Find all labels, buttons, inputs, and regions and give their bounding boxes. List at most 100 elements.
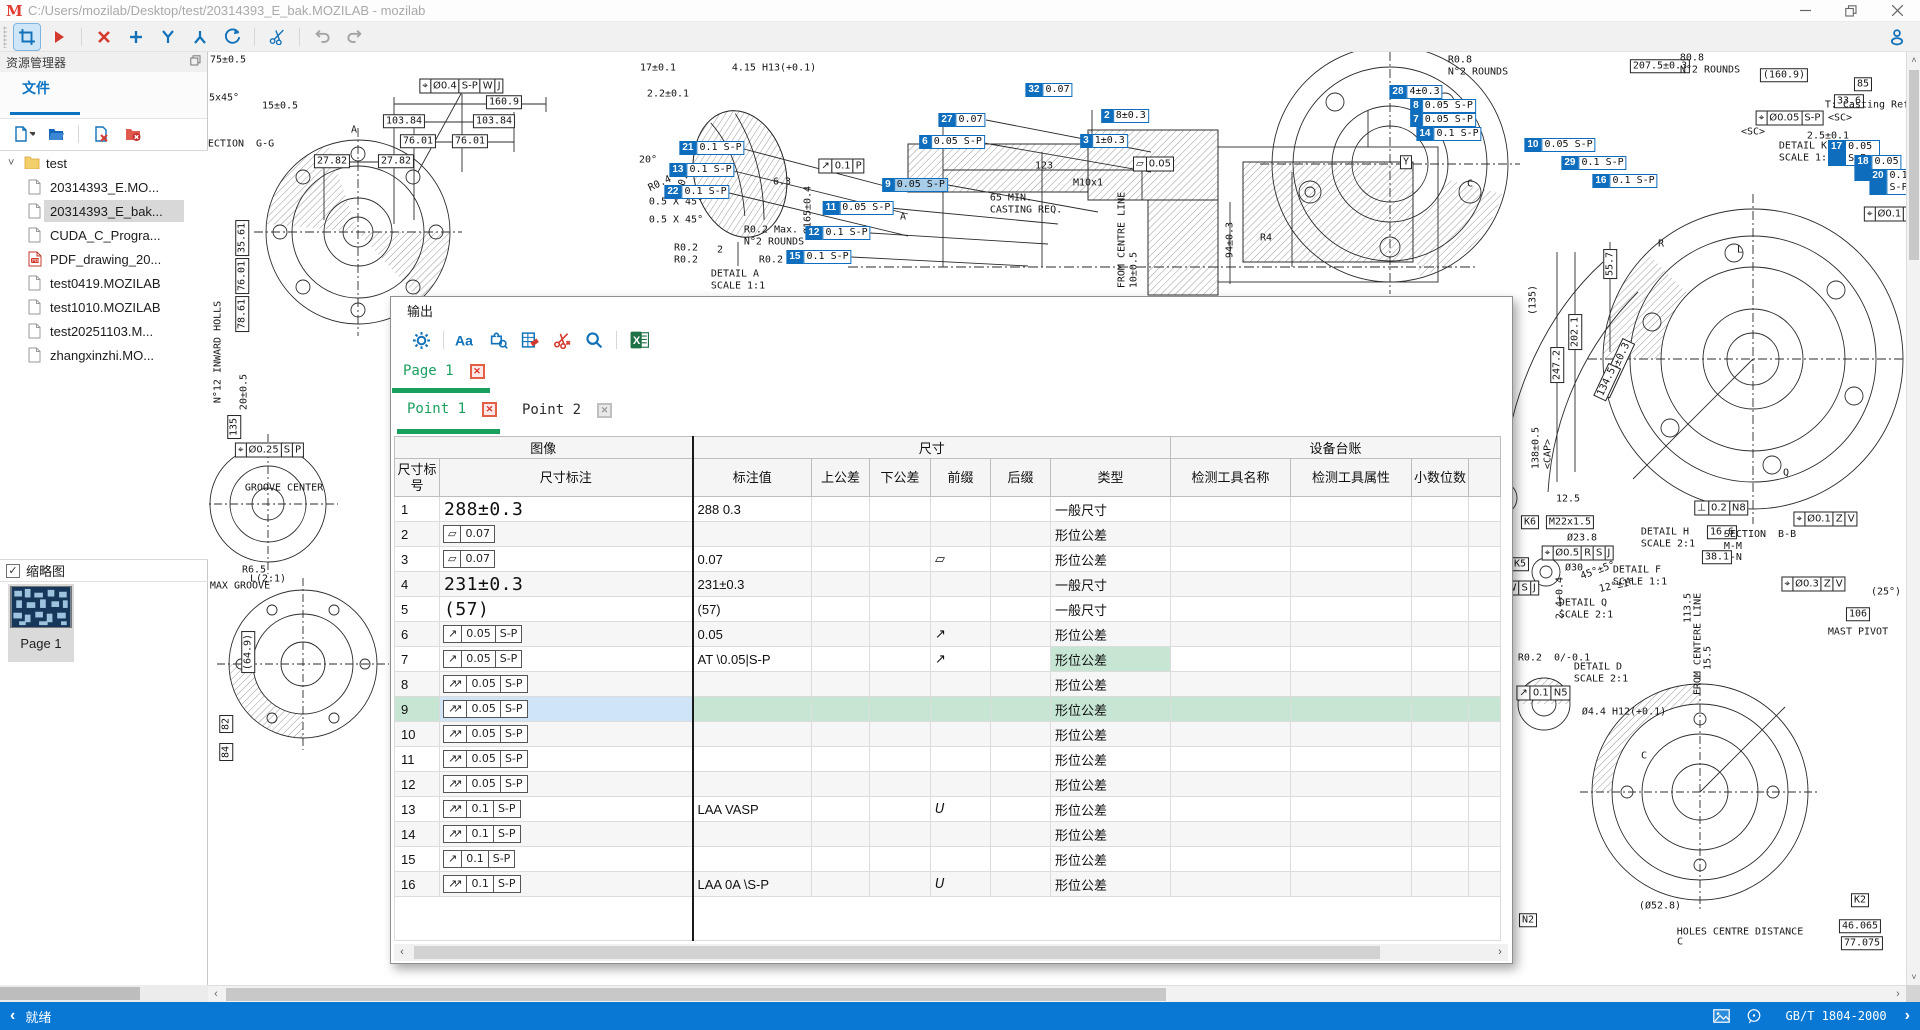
table-cell[interactable] <box>1291 747 1412 772</box>
dimension-tag-3[interactable]: 31±0.3 <box>1080 134 1128 148</box>
table-row[interactable]: 16↗↗0.1S-PLAA 0A \S-PU形位公差 <box>395 872 1501 897</box>
table-cell[interactable]: 形位公差 <box>1051 847 1171 872</box>
file-item[interactable]: zhangxinzhi.MO... <box>0 343 208 367</box>
dimension-tag-7[interactable]: 70.05 S-P <box>1410 113 1476 127</box>
column-header[interactable]: 尺寸标注 <box>440 459 693 497</box>
table-cell[interactable]: ↗↗0.1S-P <box>440 872 693 897</box>
table-cell[interactable] <box>812 872 870 897</box>
column-header[interactable]: 前缀 <box>931 459 991 497</box>
table-cell[interactable]: 形位公差 <box>1051 822 1171 847</box>
dimension-tag-12[interactable]: 120.1 S-P <box>805 226 870 240</box>
table-cell[interactable]: 8 <box>395 672 440 697</box>
table-cell[interactable] <box>870 647 931 672</box>
table-cell[interactable] <box>812 797 870 822</box>
table-cell[interactable] <box>991 847 1051 872</box>
table-cell[interactable] <box>1291 847 1412 872</box>
scroll-right-icon[interactable]: › <box>1890 986 1906 1003</box>
page-thumbnail[interactable]: Page 1 <box>8 584 74 662</box>
dimension-tag-13[interactable]: 130.1 S-P <box>669 163 734 177</box>
table-cell[interactable] <box>870 772 931 797</box>
table-cell[interactable] <box>812 747 870 772</box>
sidebar-hscrollbar-thumb[interactable] <box>0 987 140 1000</box>
delete-marks-icon[interactable] <box>549 327 575 353</box>
table-cell[interactable]: (57) <box>693 597 812 622</box>
table-cell[interactable] <box>1171 572 1291 597</box>
table-cell[interactable] <box>991 872 1051 897</box>
table-cell[interactable]: 一般尺寸 <box>1051 497 1171 522</box>
open-folder-icon[interactable] <box>44 122 68 146</box>
table-cell[interactable] <box>931 847 991 872</box>
table-cell[interactable] <box>870 522 931 547</box>
table-row[interactable]: 10↗↗0.05S-P形位公差 <box>395 722 1501 747</box>
table-cell[interactable]: 0.07 <box>693 547 812 572</box>
table-row[interactable]: 3▱0.070.07▱形位公差 <box>395 547 1501 572</box>
float-panel-icon[interactable] <box>190 55 201 69</box>
table-cell[interactable] <box>1412 622 1469 647</box>
table-cell[interactable] <box>991 822 1051 847</box>
table-cell[interactable] <box>870 872 931 897</box>
table-cell[interactable]: 12 <box>395 772 440 797</box>
table-cell[interactable]: 288±0.3 <box>440 497 693 522</box>
table-row[interactable]: 14↗↗0.1S-P形位公差 <box>395 822 1501 847</box>
table-cell[interactable]: 一般尺寸 <box>1051 572 1171 597</box>
table-cell[interactable]: ↗ <box>931 622 991 647</box>
sidebar-hscrollbar[interactable] <box>0 985 208 1002</box>
table-cell[interactable] <box>931 572 991 597</box>
table-cell[interactable] <box>1171 497 1291 522</box>
table-row[interactable]: 2▱0.07形位公差 <box>395 522 1501 547</box>
table-row[interactable]: 13↗↗0.1S-PLAA VASPU形位公差 <box>395 797 1501 822</box>
table-cell[interactable] <box>812 547 870 572</box>
dimension-tag-20[interactable]: 200.1 S-P <box>1869 169 1906 195</box>
table-cell[interactable] <box>931 747 991 772</box>
table-cell[interactable] <box>870 847 931 872</box>
table-row[interactable]: 6↗0.05S-P0.05↗形位公差 <box>395 622 1501 647</box>
tolerance-standard[interactable]: GB/T 1804-2000 <box>1786 1009 1887 1023</box>
table-cell[interactable] <box>812 497 870 522</box>
table-cell[interactable] <box>1291 647 1412 672</box>
table-cell[interactable]: LAA 0A \S-P <box>693 872 812 897</box>
table-cell[interactable] <box>1291 522 1412 547</box>
table-cell[interactable] <box>991 797 1051 822</box>
split-branch-icon[interactable] <box>187 24 213 50</box>
close-button[interactable] <box>1874 0 1920 22</box>
table-cell[interactable] <box>1412 797 1469 822</box>
table-cell[interactable]: U <box>931 872 991 897</box>
table-cell[interactable] <box>991 572 1051 597</box>
column-header[interactable]: 下公差 <box>870 459 931 497</box>
table-cell[interactable] <box>1412 497 1469 522</box>
dimension-tag-21[interactable]: 210.1 S-P <box>679 141 744 155</box>
table-cell[interactable]: 9 <box>395 697 440 722</box>
table-cell[interactable] <box>812 522 870 547</box>
file-item[interactable]: 20314393_E.MO... <box>0 175 208 199</box>
column-header[interactable]: 尺寸标号 <box>395 459 440 497</box>
table-cell[interactable]: (57) <box>440 597 693 622</box>
table-cell[interactable] <box>1171 722 1291 747</box>
scroll-left-icon[interactable]: ‹ <box>208 986 224 1003</box>
table-cell[interactable] <box>693 847 812 872</box>
table-row[interactable]: 11↗↗0.05S-P形位公差 <box>395 747 1501 772</box>
table-cell[interactable] <box>931 822 991 847</box>
column-header[interactable]: 检测工具属性 <box>1291 459 1412 497</box>
table-row[interactable]: 1288±0.3288 0.3一般尺寸 <box>395 497 1501 522</box>
table-cell[interactable] <box>1469 772 1501 797</box>
table-cell[interactable] <box>1291 622 1412 647</box>
table-cell[interactable]: 11 <box>395 747 440 772</box>
table-cell[interactable] <box>1469 872 1501 897</box>
table-cell[interactable] <box>1171 647 1291 672</box>
table-cell[interactable] <box>991 597 1051 622</box>
table-cell[interactable] <box>1469 722 1501 747</box>
table-cell[interactable] <box>870 547 931 572</box>
table-cell[interactable] <box>991 722 1051 747</box>
rotate-icon[interactable] <box>219 24 245 50</box>
thumbnail-checkbox[interactable]: ✓ <box>6 564 20 578</box>
table-cell[interactable] <box>1412 522 1469 547</box>
delete-file-icon[interactable] <box>89 122 113 146</box>
scroll-left-icon[interactable]: ‹ <box>394 944 410 961</box>
tab-point-2[interactable]: Point 2 ✕ <box>522 402 612 418</box>
dimension-tag-14[interactable]: 140.1 S-P <box>1416 127 1481 141</box>
table-cell[interactable] <box>693 522 812 547</box>
table-cell[interactable] <box>812 597 870 622</box>
tab-page-1[interactable]: Page 1 ✕ <box>403 363 485 379</box>
dimension-tag-29[interactable]: 290.1 S-P <box>1561 156 1626 170</box>
table-cell[interactable] <box>1469 522 1501 547</box>
